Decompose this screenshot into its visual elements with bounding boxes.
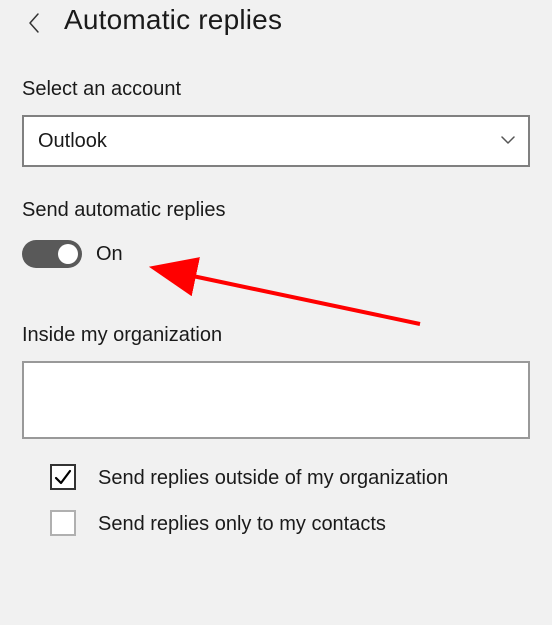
- page-title: Automatic replies: [64, 4, 282, 36]
- toggle-knob: [58, 244, 78, 264]
- auto-reply-toggle[interactable]: [22, 240, 82, 268]
- auto-reply-state: On: [96, 243, 123, 266]
- account-select[interactable]: Outlook: [22, 115, 530, 167]
- chevron-left-icon: [27, 12, 41, 34]
- account-label: Select an account: [22, 78, 530, 101]
- contacts-only-label: Send replies only to my contacts: [98, 510, 386, 538]
- contacts-only-checkbox[interactable]: [50, 510, 76, 536]
- back-button[interactable]: [22, 11, 46, 35]
- outside-org-label: Send replies outside of my organization: [98, 464, 448, 492]
- auto-reply-label: Send automatic replies: [22, 199, 530, 222]
- checkmark-icon: [54, 468, 72, 486]
- inside-org-label: Inside my organization: [22, 324, 530, 347]
- inside-org-textarea[interactable]: [22, 361, 530, 439]
- outside-org-checkbox[interactable]: [50, 464, 76, 490]
- account-select-value: Outlook: [38, 130, 107, 153]
